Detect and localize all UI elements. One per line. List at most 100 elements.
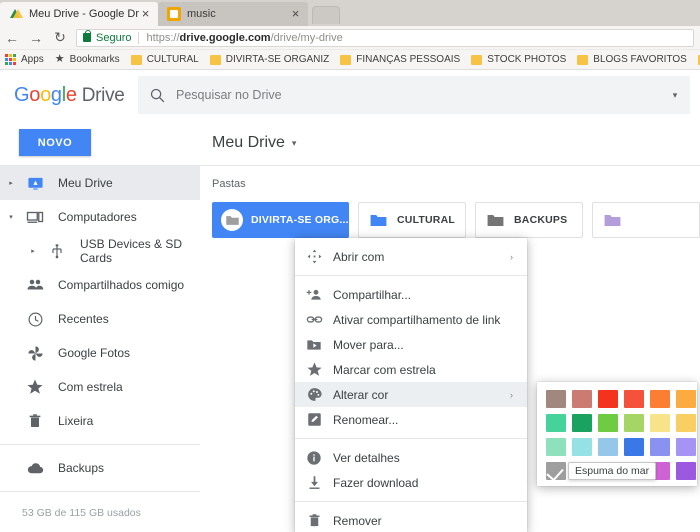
color-swatch[interactable] — [572, 414, 592, 432]
color-swatch[interactable] — [572, 390, 592, 408]
search-icon — [138, 87, 176, 104]
divider — [295, 501, 527, 502]
divider — [0, 444, 200, 445]
color-swatch[interactable] — [546, 438, 566, 456]
folder-icon — [359, 211, 397, 230]
clock-icon — [22, 311, 48, 328]
color-swatch[interactable] — [676, 390, 696, 408]
sidebar-item-label: USB Devices & SD Cards — [80, 237, 183, 265]
lock-icon — [83, 30, 91, 42]
menu-item-marcar-estrela[interactable]: Marcar com estrela — [295, 357, 527, 382]
browser-tab-drive[interactable]: Meu Drive - Google Drive × — [0, 2, 158, 26]
chevron-right-icon[interactable]: › — [510, 252, 513, 262]
bookmark-blogs[interactable]: BLOGS FAVORITOS — [577, 54, 687, 65]
sidebar-item-label: Google Fotos — [58, 346, 131, 360]
address-bar[interactable]: Seguro https://drive.google.com/drive/my… — [76, 28, 694, 47]
menu-item-ativar-link[interactable]: Ativar compartilhamento de link — [295, 307, 527, 332]
folder-card-divirta-se[interactable]: DIVIRTA-SE ORG... — [212, 202, 349, 238]
folder-card-backups[interactable]: BACKUPS — [475, 202, 583, 238]
link-icon — [295, 311, 333, 328]
palette-row-1 — [546, 390, 697, 408]
menu-item-abrir-com[interactable]: Abrir com › — [295, 244, 527, 269]
bookmark-bookmarks[interactable]: ★ Bookmarks — [55, 54, 120, 66]
forward-icon[interactable]: → — [24, 26, 48, 50]
new-tab-button[interactable] — [312, 6, 340, 24]
color-swatch[interactable] — [676, 438, 696, 456]
new-button[interactable]: NOVO — [19, 129, 91, 156]
chevron-right-icon[interactable]: ▸ — [0, 179, 22, 187]
color-tooltip: Espuma do mar — [568, 462, 657, 480]
bookmark-financas[interactable]: FINANÇAS PESSOAIS — [340, 54, 460, 65]
sidebar-item-usb-devices[interactable]: ▸ USB Devices & SD Cards — [0, 234, 200, 268]
folder-card-purple[interactable] — [592, 202, 700, 238]
folder-icon — [593, 211, 631, 230]
folder-card-cultural[interactable]: CULTURAL — [358, 202, 466, 238]
google-drive-logo[interactable]: Google Drive — [14, 85, 125, 105]
sidebar-item-compartilhados[interactable]: Compartilhados comigo — [0, 268, 200, 302]
sidebar-item-lixeira[interactable]: Lixeira — [0, 404, 200, 438]
menu-item-renomear[interactable]: Renomear... — [295, 407, 527, 432]
bookmark-cultural[interactable]: CULTURAL — [130, 54, 199, 65]
search-input[interactable]: Pesquisar no Drive — [176, 88, 660, 102]
menu-item-mover-para[interactable]: Mover para... — [295, 332, 527, 357]
browser-tab-music[interactable]: music × — [158, 2, 308, 26]
chevron-right-icon[interactable]: › — [510, 390, 513, 400]
color-swatch[interactable] — [676, 462, 696, 480]
bookmark-divirta-se[interactable]: DIVIRTA-SE ORGANIZ — [209, 54, 329, 65]
color-swatch[interactable] — [598, 390, 618, 408]
menu-item-compartilhar[interactable]: Compartilhar... — [295, 282, 527, 307]
browser-toolbar: ← → ↻ Seguro https://drive.google.com/dr… — [0, 26, 700, 50]
bookmarks-bar: Apps ★ Bookmarks CULTURAL DIVIRTA-SE ORG… — [0, 50, 700, 70]
apps-grid-icon — [5, 54, 16, 65]
color-swatch[interactable] — [598, 414, 618, 432]
sidebar-item-label: Backups — [58, 461, 105, 475]
sidebar-item-com-estrela[interactable]: Com estrela — [0, 370, 200, 404]
breadcrumb-label: Meu Drive — [212, 134, 285, 151]
computer-icon — [22, 208, 48, 226]
bookmark-stock-photos[interactable]: STOCK PHOTOS — [471, 54, 566, 65]
menu-item-label: Marcar com estrela — [333, 362, 436, 377]
sidebar-item-meu-drive[interactable]: ▸ Meu Drive — [0, 166, 200, 200]
bookmark-label: FINANÇAS PESSOAIS — [356, 54, 461, 65]
menu-item-ver-detalhes[interactable]: Ver detalhes — [295, 445, 527, 470]
menu-item-alterar-cor[interactable]: Alterar cor › — [295, 382, 527, 407]
color-swatch[interactable] — [546, 414, 566, 432]
move-folder-icon — [295, 337, 333, 353]
url-path: /drive/my-drive — [270, 31, 343, 44]
color-swatch[interactable] — [650, 390, 670, 408]
chevron-down-icon[interactable]: ▾ — [660, 90, 690, 101]
close-icon[interactable]: × — [139, 7, 152, 20]
logo-product: Drive — [81, 85, 125, 106]
color-swatch[interactable] — [624, 438, 644, 456]
download-icon — [295, 475, 333, 490]
color-swatch[interactable] — [546, 390, 566, 408]
reload-icon[interactable]: ↻ — [48, 26, 72, 50]
sidebar-item-label: Lixeira — [58, 414, 94, 428]
sidebar-item-upgrade-storage[interactable]: Fazer upgrade do armazenamento — [0, 528, 200, 532]
chevron-down-icon[interactable]: ▾ — [0, 213, 22, 221]
tab-title: Meu Drive - Google Drive — [29, 8, 139, 20]
breadcrumb[interactable]: Meu Drive ▾ — [212, 134, 296, 152]
sidebar-item-recentes[interactable]: Recentes — [0, 302, 200, 336]
color-swatch[interactable] — [650, 414, 670, 432]
search-bar[interactable]: Pesquisar no Drive ▾ — [138, 76, 690, 114]
color-swatch[interactable] — [624, 390, 644, 408]
sidebar-item-google-fotos[interactable]: Google Fotos — [0, 336, 200, 370]
chevron-down-icon[interactable]: ▾ — [292, 138, 297, 149]
chevron-right-icon[interactable]: ▸ — [22, 247, 44, 255]
color-swatch[interactable] — [598, 438, 618, 456]
back-icon[interactable]: ← — [0, 26, 24, 50]
color-swatch[interactable] — [676, 414, 696, 432]
menu-item-fazer-download[interactable]: Fazer download — [295, 470, 527, 495]
color-swatch[interactable] — [572, 438, 592, 456]
bookmark-apps[interactable]: Apps — [5, 54, 44, 65]
color-swatch[interactable] — [624, 414, 644, 432]
logo-e: e — [65, 84, 77, 106]
bookmark-label: Apps — [21, 54, 44, 65]
menu-item-remover[interactable]: Remover — [295, 508, 527, 532]
close-icon[interactable]: × — [289, 7, 302, 20]
sidebar-item-backups[interactable]: Backups — [0, 451, 200, 485]
color-swatch[interactable] — [650, 438, 670, 456]
color-swatch-selected[interactable] — [546, 462, 566, 480]
sidebar-item-computadores[interactable]: ▾ Computadores — [0, 200, 200, 234]
